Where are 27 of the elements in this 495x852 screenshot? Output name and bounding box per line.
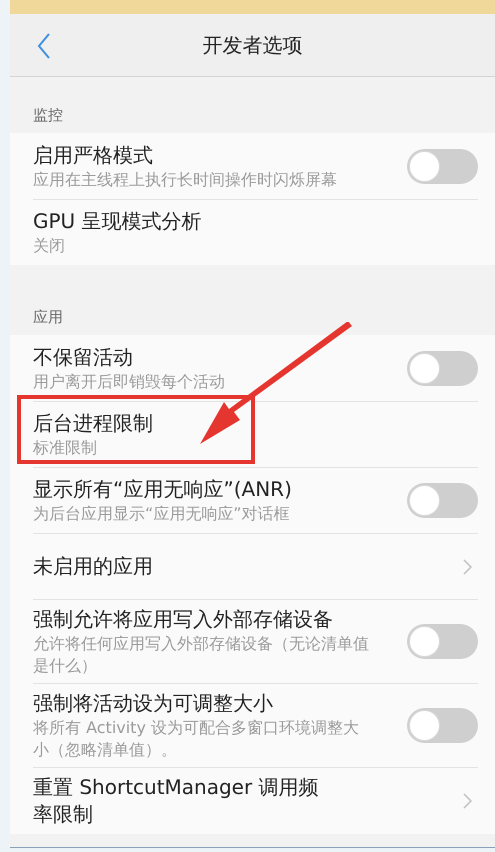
page-title: 开发者选项 xyxy=(202,32,302,59)
setting-description: 用户离开后即销毁每个活动 xyxy=(33,370,226,392)
chevron-icon xyxy=(463,793,472,809)
section-header: 监控 xyxy=(33,106,63,124)
toggle-switch[interactable] xyxy=(407,708,478,743)
setting-title: 强制允许将应用写入外部存储设备 xyxy=(33,606,334,633)
toggle-switch[interactable] xyxy=(407,148,478,184)
setting-title: 重置 ShortcutManager 调用频率限制 xyxy=(33,774,320,828)
setting-title: 未启用的应用 xyxy=(33,553,154,580)
setting-title: 显示所有“应用无响应”(ANR) xyxy=(33,476,293,503)
setting-description: 标准限制 xyxy=(33,437,98,459)
setting-title: 不保留活动 xyxy=(33,344,134,370)
setting-title: 后台进程限制 xyxy=(33,410,154,437)
back-icon[interactable] xyxy=(37,32,51,60)
setting-title: 启用严格模式 xyxy=(33,142,154,168)
chevron-icon xyxy=(463,558,472,574)
setting-description: 关闭 xyxy=(33,235,66,257)
setting-title: 强制将活动设为可调整大小 xyxy=(33,690,274,717)
toggle-switch[interactable] xyxy=(407,483,478,518)
toggle-switch[interactable] xyxy=(407,350,478,386)
toggle-switch[interactable] xyxy=(407,624,478,659)
setting-description: 允许将任何应用写入外部存储设备（无论清单值是什么） xyxy=(33,633,370,677)
setting-description: 应用在主线程上执行长时间操作时闪烁屏幕 xyxy=(33,168,338,190)
setting-title: GPU 呈现模式分析 xyxy=(33,208,203,235)
section-header: 应用 xyxy=(33,308,63,326)
setting-description: 为后台应用显示“应用无响应”对话框 xyxy=(33,503,291,525)
setting-description: 将所有 Activity 设为可配合多窗口环境调整大小（忽略清单值）。 xyxy=(33,717,360,761)
